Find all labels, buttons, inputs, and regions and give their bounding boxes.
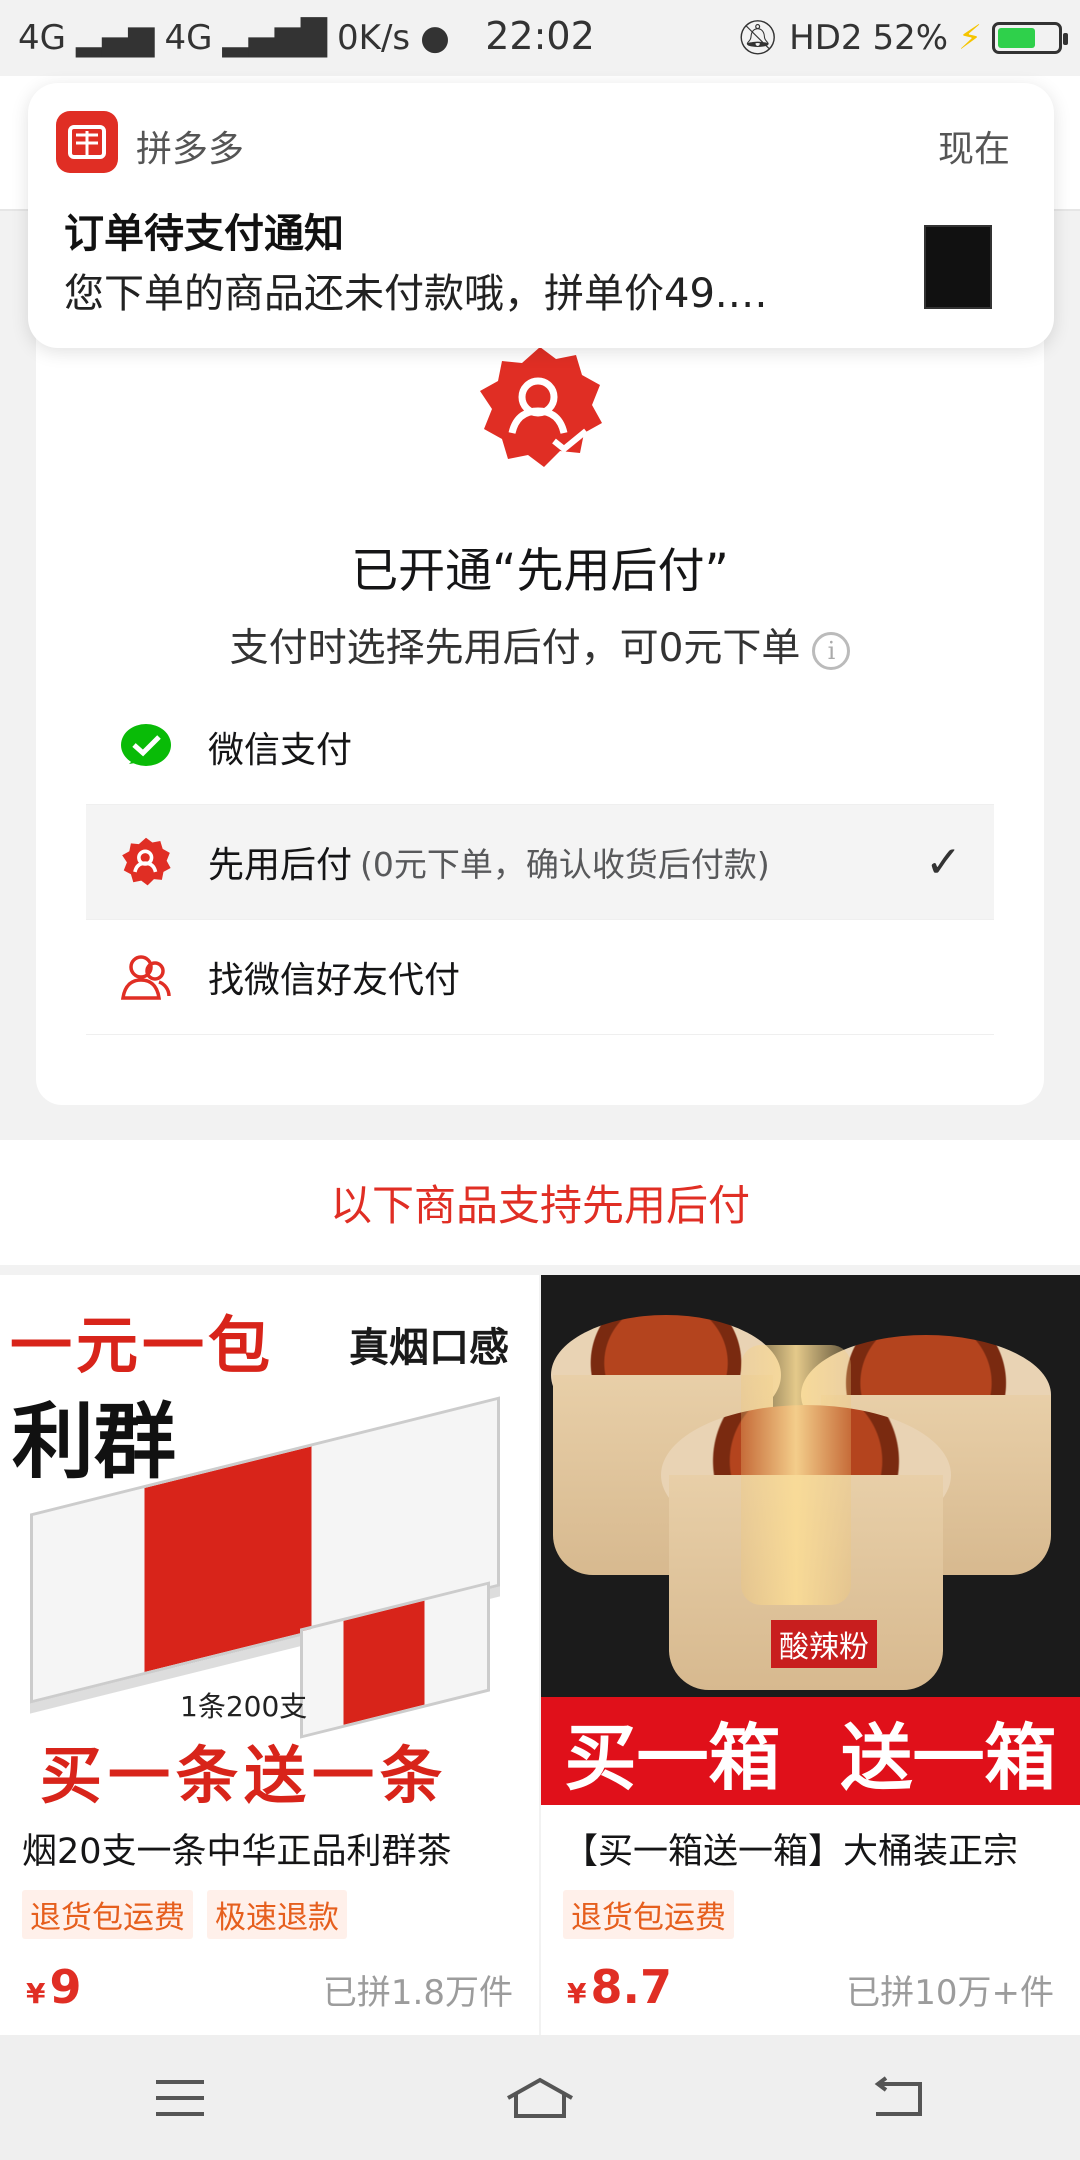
- product-tags: 退货包运费 极速退款: [22, 1890, 347, 1939]
- payment-option-pay-later[interactable]: 先用后付 (0元下单，确认收货后付款) ✓: [86, 805, 994, 920]
- battery-fill: [998, 28, 1036, 48]
- subtitle-text: 支付时选择先用后付，可0元下单: [229, 626, 801, 671]
- menu-icon: [156, 2079, 204, 2116]
- pay-later-subtitle: 支付时选择先用后付，可0元下单 i: [0, 617, 1080, 673]
- status-left: 4G ▂▄▆ 4G ▂▄▆█ 0K/s ●: [18, 18, 450, 58]
- support-section-title: 以下商品支持先用后付: [0, 1140, 1080, 1265]
- image-brand: 利群: [12, 1394, 177, 1490]
- pinduoduo-app-icon: [56, 111, 118, 173]
- payment-option-label: 找微信好友代付: [208, 960, 461, 1001]
- product-image[interactable]: 酸辣粉 买一箱 送一箱: [541, 1275, 1080, 1805]
- product-image[interactable]: 一元一包 真烟口感 利群 1条200支 买一条送一条: [0, 1275, 539, 1805]
- product-title: 【买一箱送一箱】大桶装正宗: [563, 1832, 1019, 1872]
- price-value: 8.7: [590, 1960, 672, 2014]
- notification-thumbnail: [924, 225, 992, 309]
- hd-indicator: HD2: [789, 18, 863, 58]
- pay-later-badge-icon: [480, 347, 602, 467]
- mute-bell-icon: 🔕︎: [735, 18, 780, 58]
- banner-left: 买一箱: [564, 1714, 781, 1800]
- notification-app-name: 拼多多: [136, 129, 245, 170]
- image-banner: 买一箱 送一箱: [541, 1697, 1080, 1805]
- net-speed: 0K/s: [337, 18, 411, 58]
- network-4g-2: 4G: [164, 18, 213, 58]
- product-price: ¥8.7: [567, 1960, 672, 2014]
- info-icon[interactable]: i: [812, 631, 851, 670]
- notification-title: 订单待支付通知: [64, 211, 344, 257]
- product-tags: 退货包运费: [563, 1890, 734, 1939]
- payment-option-label: 先用后付: [208, 845, 353, 886]
- currency-symbol: ¥: [567, 1977, 587, 2010]
- payment-option-label: 微信支付: [208, 730, 353, 771]
- network-4g-1: 4G: [18, 18, 66, 58]
- price-value: 9: [49, 1960, 82, 2014]
- banner-right: 送一箱: [840, 1714, 1057, 1800]
- product-price: ¥9: [26, 1960, 82, 2014]
- image-banner-top2: 真烟口感: [349, 1324, 509, 1371]
- pay-later-title: 已开通“先用后付”: [351, 544, 729, 599]
- system-nav-bar: [0, 2035, 1080, 2160]
- home-icon: [507, 2077, 573, 2118]
- product-card[interactable]: 酸辣粉 买一箱 送一箱 【买一箱送一箱】大桶装正宗 退货包运费 ¥8.7 已拼1…: [541, 1275, 1080, 2035]
- signal-icon: ▂▄▆: [75, 18, 155, 58]
- product-card[interactable]: 一元一包 真烟口感 利群 1条200支 买一条送一条 烟20支一条中华正品利群茶…: [0, 1275, 539, 2035]
- noodle-strands: [741, 1345, 851, 1605]
- selected-check-icon: ✓: [925, 836, 962, 888]
- friends-pay-icon: [118, 949, 174, 1005]
- payment-option-note: (0元下单，确认收货后付款): [360, 845, 770, 884]
- status-bar: 4G ▂▄▆ 4G ▂▄▆█ 0K/s ● 22:02 🔕︎ HD2 52% ⚡: [0, 0, 1080, 76]
- product-sold-count: 已拼10万+件: [846, 1973, 1054, 2013]
- notification-time: 现在: [937, 129, 1010, 170]
- status-right: 🔕︎ HD2 52% ⚡: [735, 18, 1068, 58]
- product-title: 烟20支一条中华正品利群茶: [22, 1832, 452, 1872]
- battery-percent: 52%: [872, 18, 949, 58]
- home-button[interactable]: [490, 2058, 590, 2138]
- image-banner-top: 一元一包: [10, 1309, 275, 1382]
- payment-options: 微信支付 先用后付 (0元下单，确认收货后付款) ✓ 找微信好友代付: [86, 690, 994, 1035]
- notification-body: 您下单的商品还未付款哦，拼单价49.…: [64, 271, 768, 317]
- back-icon: [874, 2075, 922, 2116]
- push-notification[interactable]: 拼多多 现在 订单待支付通知 您下单的商品还未付款哦，拼单价49.…: [28, 83, 1054, 348]
- image-label: 酸辣粉: [771, 1620, 877, 1668]
- product-tag: 极速退款: [207, 1890, 347, 1939]
- battery-icon: [992, 22, 1068, 54]
- currency-symbol: ¥: [26, 1977, 46, 2010]
- menu-button[interactable]: [130, 2058, 230, 2138]
- product-tag: 退货包运费: [22, 1890, 193, 1939]
- product-sold-count: 已拼1.8万件: [322, 1973, 513, 2013]
- wechat-pay-icon: [118, 719, 174, 775]
- product-grid: 一元一包 真烟口感 利群 1条200支 买一条送一条 烟20支一条中华正品利群茶…: [0, 1275, 1080, 2035]
- payment-option-wechat[interactable]: 微信支付: [86, 690, 994, 805]
- pay-later-icon: [118, 834, 174, 890]
- signal-icon-2: ▂▄▆█: [222, 18, 328, 58]
- image-banner-bottom: 买一条送一条: [40, 1739, 449, 1805]
- chat-bubble-icon: ●: [420, 18, 450, 58]
- payment-option-friend-pay[interactable]: 找微信好友代付: [86, 920, 994, 1035]
- image-count: 1条200支: [180, 1690, 308, 1723]
- product-tag: 退货包运费: [563, 1890, 734, 1939]
- charging-icon: ⚡: [958, 18, 982, 58]
- back-button[interactable]: [850, 2058, 950, 2138]
